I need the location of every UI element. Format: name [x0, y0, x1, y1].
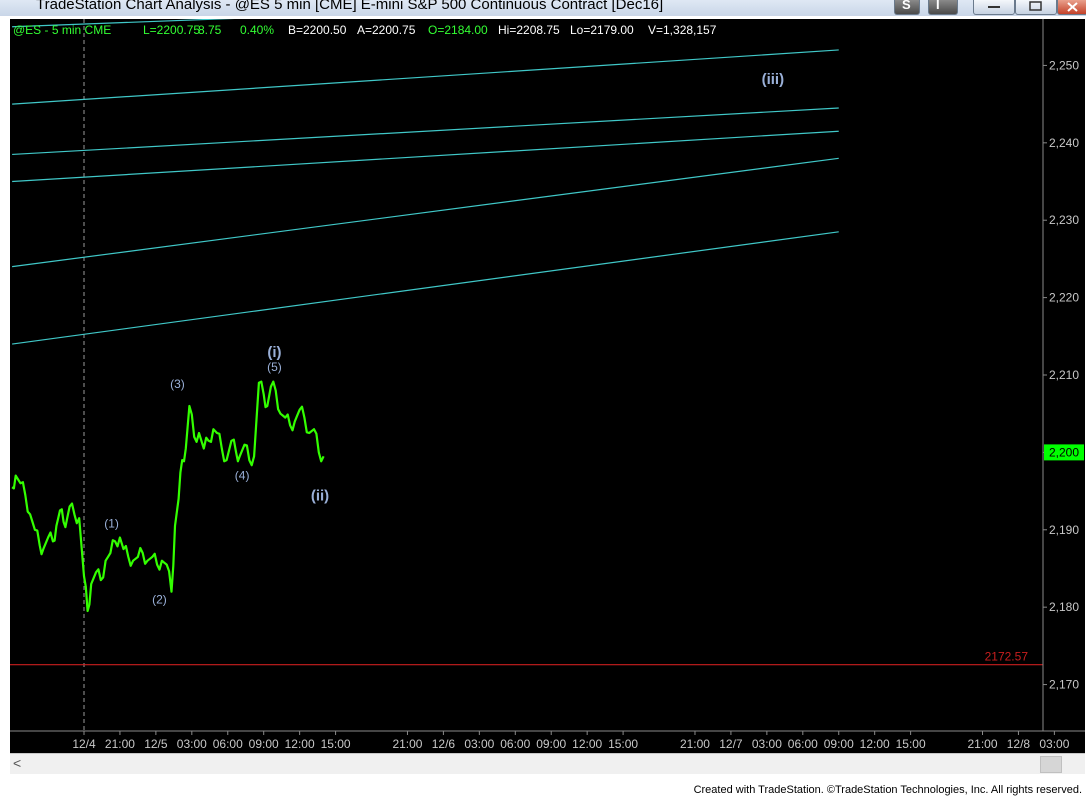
symbol-link-button[interactable]: S: [894, 0, 920, 15]
time-tick-label: 12:00: [572, 737, 602, 751]
symbol-link-label: S: [902, 0, 911, 12]
time-tick-label: 15:00: [608, 737, 638, 751]
time-tick-label: 03:00: [177, 737, 207, 751]
price-tick-label: 2,240: [1049, 136, 1079, 150]
minimize-icon: [988, 6, 1000, 8]
header-open: O=2184.00: [428, 23, 488, 37]
wave-label: (1): [104, 516, 119, 530]
time-tick-label: 12/4: [72, 737, 96, 751]
price-line: [11, 380, 325, 613]
maximize-icon: [1029, 1, 1042, 11]
time-tick-label: 09:00: [249, 737, 279, 751]
copyright-footer: Created with TradeStation. ©TradeStation…: [693, 784, 1082, 796]
indicator-label: I: [936, 0, 940, 12]
price-tick-label: 2,250: [1049, 58, 1079, 72]
time-tick-label: 03:00: [1039, 737, 1069, 751]
price-chart[interactable]: 2172.57 (1) (2) (3) (4) (5)(i) (ii) (iii) 2,25…: [10, 19, 1085, 753]
time-tick-label: 09:00: [824, 737, 854, 751]
time-tick-label: 06:00: [788, 737, 818, 751]
price-tick-label: 2,190: [1049, 523, 1079, 537]
header-change: 8.75: [198, 23, 222, 37]
channel-line-1: [12, 49, 839, 105]
price-tick-label: 2,180: [1049, 600, 1079, 614]
time-tick-label: 06:00: [213, 737, 243, 751]
time-tick-label: 03:00: [464, 737, 494, 751]
close-button[interactable]: [1057, 0, 1086, 15]
time-axis: 12/4 21:00 12/5 03:00 06:00 09:00 12:00 15:00 21…: [72, 731, 1070, 751]
time-tick-label: 12/8: [1007, 737, 1031, 751]
time-tick-label: 12:00: [285, 737, 315, 751]
chart-area[interactable]: 2172.57 (1) (2) (3) (4) (5) (i) (ii) (iii) 2,25…: [10, 19, 1085, 753]
header-symbol: @ES - 5 min CME: [13, 23, 111, 37]
scrollbar-thumb[interactable]: [1040, 756, 1062, 773]
close-icon: [1067, 2, 1078, 12]
scroll-left-arrow-icon[interactable]: <: [13, 755, 21, 771]
time-tick-label: 06:00: [500, 737, 530, 751]
title-bar: TradeStation Chart Analysis - @ES 5 min …: [0, 0, 1086, 16]
time-tick-label: 15:00: [896, 737, 926, 751]
wave-label: (2): [152, 592, 167, 606]
time-tick-label: 21:00: [392, 737, 422, 751]
wave-labels: (1) (2) (3) (4) (5)(i) (ii) (iii): [104, 71, 784, 606]
time-tick-label: 12/6: [432, 737, 456, 751]
channel-line-5: [12, 231, 839, 345]
window-title: TradeStation Chart Analysis - @ES 5 min …: [36, 0, 664, 13]
header-last: L=2200.75: [143, 23, 200, 37]
price-tick-label: 2,210: [1049, 368, 1079, 382]
wave-label: (ii): [311, 487, 329, 504]
wave-label: (4): [235, 468, 250, 482]
price-axis: 2,250 2,240 2,230 2,220 2,210 2,200 2,190 2,180…: [10, 19, 1085, 732]
wave-label: (5): [267, 360, 282, 374]
maximize-button[interactable]: [1015, 0, 1057, 15]
header-pct-change: 0.40%: [240, 23, 274, 37]
header-high: Hi=2208.75: [498, 23, 560, 37]
time-tick-label: 12:00: [860, 737, 890, 751]
price-tick-label: 2,220: [1049, 291, 1079, 305]
header-volume: V=1,328,157: [648, 23, 717, 37]
price-tick-label: 2,230: [1049, 213, 1079, 227]
time-tick-label: 12/5: [144, 737, 168, 751]
chart-header: @ES - 5 min CME L=2200.75 8.75 0.40% B=2…: [13, 23, 717, 37]
horizontal-scrollbar[interactable]: <: [10, 753, 1085, 774]
time-tick-label: 09:00: [536, 737, 566, 751]
minimize-button[interactable]: [973, 0, 1015, 15]
channel-lines: [12, 19, 839, 345]
current-price-label: 2,200: [1049, 445, 1079, 459]
indicator-button[interactable]: I: [928, 0, 958, 15]
header-bid: B=2200.50: [288, 23, 347, 37]
header-low: Lo=2179.00: [570, 23, 634, 37]
time-tick-label: 12/7: [719, 737, 743, 751]
wave-label: (i): [267, 344, 281, 361]
channel-line-2: [12, 107, 839, 156]
price-tick-label: 2,170: [1049, 678, 1079, 692]
time-tick-label: 03:00: [752, 737, 782, 751]
price-series: [11, 380, 325, 613]
header-ask: A=2200.75: [357, 23, 416, 37]
time-tick-label: 21:00: [680, 737, 710, 751]
support-line-label: 2172.57: [985, 650, 1029, 664]
window-frame-left: [0, 16, 10, 776]
wave-label: (3): [170, 377, 185, 391]
time-tick-label: 15:00: [321, 737, 351, 751]
time-tick-label: 21:00: [967, 737, 997, 751]
time-tick-label: 21:00: [105, 737, 135, 751]
wave-label: (iii): [762, 71, 785, 88]
support-line-group: 2172.57: [10, 650, 1043, 666]
